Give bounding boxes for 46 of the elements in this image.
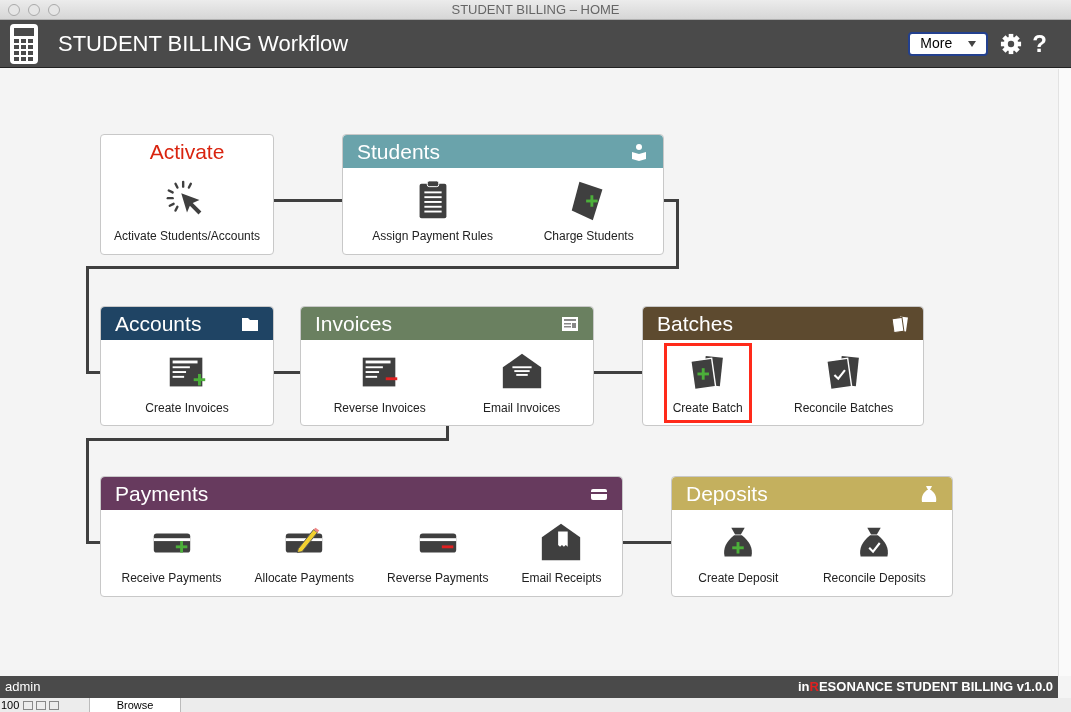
zoom-level: 100 bbox=[0, 699, 21, 711]
workflow-action[interactable]: Allocate Payments bbox=[245, 513, 363, 593]
workflow-action[interactable]: Create Invoices bbox=[136, 342, 238, 423]
workflow-action[interactable]: Charge Students bbox=[534, 171, 643, 251]
card-title: Payments bbox=[115, 480, 209, 507]
workflow-action[interactable]: Assign Payment Rules bbox=[363, 171, 503, 251]
help-button[interactable]: ? bbox=[1032, 25, 1047, 62]
workflow-action[interactable]: Activate Students/Accounts bbox=[105, 171, 270, 251]
zoom-in-icon[interactable] bbox=[36, 700, 46, 710]
reader-icon bbox=[631, 142, 649, 161]
workflow-action[interactable]: Email Receipts bbox=[512, 513, 611, 593]
card-title: Accounts bbox=[115, 310, 202, 337]
card-title: Students bbox=[357, 138, 440, 165]
cards-icon bbox=[891, 314, 909, 333]
card-title: Deposits bbox=[686, 480, 768, 507]
newspaper-icon bbox=[561, 314, 579, 333]
window-control-icon[interactable] bbox=[48, 3, 60, 16]
card-title: Activate bbox=[149, 138, 225, 165]
workflow-action[interactable]: Create Batch bbox=[663, 342, 752, 423]
connector-line bbox=[594, 371, 642, 374]
card-title: Invoices bbox=[315, 310, 393, 337]
window-title: STUDENT BILLING – HOME bbox=[451, 0, 620, 19]
workflow-action[interactable]: Reverse Invoices bbox=[324, 342, 435, 423]
zoom-out-icon[interactable] bbox=[23, 700, 33, 710]
window-control-icon[interactable] bbox=[8, 3, 20, 16]
connector-line bbox=[274, 199, 342, 202]
connector-line bbox=[623, 541, 671, 544]
more-dropdown[interactable]: More bbox=[908, 31, 989, 56]
workflow-action[interactable]: Email Invoices bbox=[473, 342, 570, 423]
workflow-action[interactable]: Reconcile Batches bbox=[784, 342, 903, 423]
app-title: STUDENT BILLING Workflow bbox=[58, 30, 349, 58]
card-title: Batches bbox=[657, 310, 733, 337]
toolbar-toggle-icon[interactable] bbox=[49, 700, 59, 710]
mode-tab[interactable]: Browse bbox=[89, 698, 181, 712]
connector-line bbox=[274, 371, 300, 374]
brand-text: inRESONANCE STUDENT BILLING v1.0.0 bbox=[798, 678, 1053, 697]
workflow-action[interactable]: Reconcile Deposits bbox=[813, 513, 935, 593]
workflow-action[interactable]: Create Deposit bbox=[689, 513, 788, 593]
bag-icon bbox=[920, 484, 938, 503]
settings-icon[interactable] bbox=[1000, 32, 1023, 55]
dropdown-arrow-icon bbox=[968, 40, 977, 47]
workflow-action[interactable]: Receive Payments bbox=[112, 513, 231, 593]
user-name: admin bbox=[5, 678, 41, 697]
calculator-icon bbox=[10, 23, 38, 64]
window-control-icon[interactable] bbox=[28, 3, 40, 16]
workflow-action[interactable]: Reverse Payments bbox=[378, 513, 498, 593]
